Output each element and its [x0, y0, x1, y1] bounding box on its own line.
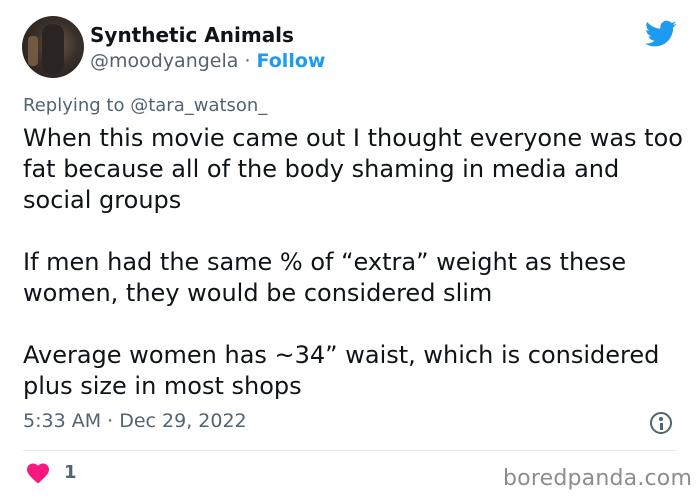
- replying-prefix: Replying to: [23, 95, 131, 116]
- heart-icon[interactable]: [26, 462, 50, 484]
- tweet-paragraph: Average women has ~34” waist, which is c…: [23, 341, 660, 400]
- replying-to: Replying to @tara_watson_: [23, 95, 267, 116]
- twitter-bird-icon[interactable]: [645, 20, 677, 48]
- watermark: boredpanda.com: [503, 466, 693, 491]
- tweet-card: Synthetic Animals @moodyangela · Follow …: [0, 0, 700, 502]
- like-count: 1: [64, 462, 77, 483]
- author-handle[interactable]: @moodyangela: [90, 50, 238, 72]
- info-icon[interactable]: [650, 412, 672, 434]
- divider: [23, 450, 677, 451]
- tweet-timestamp[interactable]: 5:33 AM · Dec 29, 2022: [23, 410, 247, 432]
- avatar[interactable]: [22, 16, 84, 78]
- follow-button[interactable]: Follow: [257, 50, 326, 72]
- tweet-text: When this movie came out I thought every…: [23, 123, 683, 402]
- reply-mention-link[interactable]: @tara_watson_: [130, 95, 267, 116]
- author-handle-row: @moodyangela · Follow: [90, 50, 325, 72]
- author-display-name[interactable]: Synthetic Animals: [90, 23, 294, 47]
- tweet-paragraph: When this movie came out I thought every…: [23, 124, 683, 214]
- tweet-paragraph: If men had the same % of “extra” weight …: [23, 248, 627, 307]
- handle-separator: ·: [238, 50, 257, 72]
